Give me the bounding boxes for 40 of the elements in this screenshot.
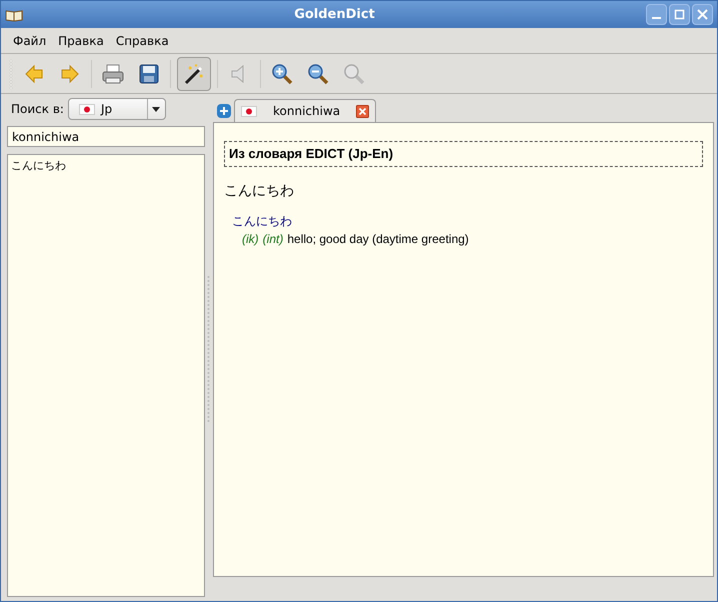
forward-arrow-icon — [60, 64, 80, 84]
close-button[interactable] — [692, 4, 713, 25]
menu-item[interactable]: Справка — [114, 32, 171, 50]
group-name: Jp — [100, 101, 112, 118]
minimize-icon — [651, 17, 662, 19]
minimize-button[interactable] — [646, 4, 667, 25]
headword: こんにちわ — [224, 182, 294, 200]
new-tab-button[interactable] — [217, 104, 231, 118]
flag-icon — [78, 104, 95, 114]
definition: hello; good day (daytime greeting) — [287, 230, 469, 248]
group-dropdown[interactable]: Jp — [68, 98, 166, 120]
close-icon — [697, 9, 708, 20]
maximize-icon — [674, 9, 685, 20]
flag-icon — [241, 106, 257, 116]
word-list-item[interactable]: こんにちわ — [11, 158, 66, 174]
zoom-in-icon — [271, 62, 293, 84]
tab[interactable]: konnichiwa — [234, 99, 376, 122]
zoom-out-icon — [307, 62, 329, 84]
caret-icon — [152, 106, 160, 112]
close-tab-icon[interactable] — [356, 104, 370, 118]
dictionary-header: Из словаря EDICT (Jp-En) — [224, 141, 703, 166]
tab-label: konnichiwa — [272, 103, 342, 120]
maximize-button[interactable] — [669, 4, 690, 25]
book-icon — [5, 8, 23, 22]
reading: こんにちわ — [232, 212, 292, 230]
menu-item[interactable]: Файл — [11, 32, 48, 50]
toolbar-button[interactable] — [177, 56, 211, 90]
window-title: GoldenDict — [293, 6, 376, 24]
magic-wand-icon — [183, 62, 205, 84]
toolbar-grip-icon — [9, 58, 13, 88]
grammar-tag: (int) — [262, 230, 284, 248]
grammar-tag: (ik) — [242, 230, 259, 248]
menu-item[interactable]: Правка — [56, 32, 106, 50]
search-in-label: Поиск в: — [11, 101, 64, 118]
search-field[interactable]: konnichiwa — [7, 126, 205, 147]
plus-icon — [220, 107, 228, 115]
splitter-handle-icon[interactable] — [206, 274, 210, 424]
back-arrow-icon — [24, 64, 44, 84]
printer-icon — [101, 62, 125, 84]
magnifier-icon — [343, 62, 365, 84]
